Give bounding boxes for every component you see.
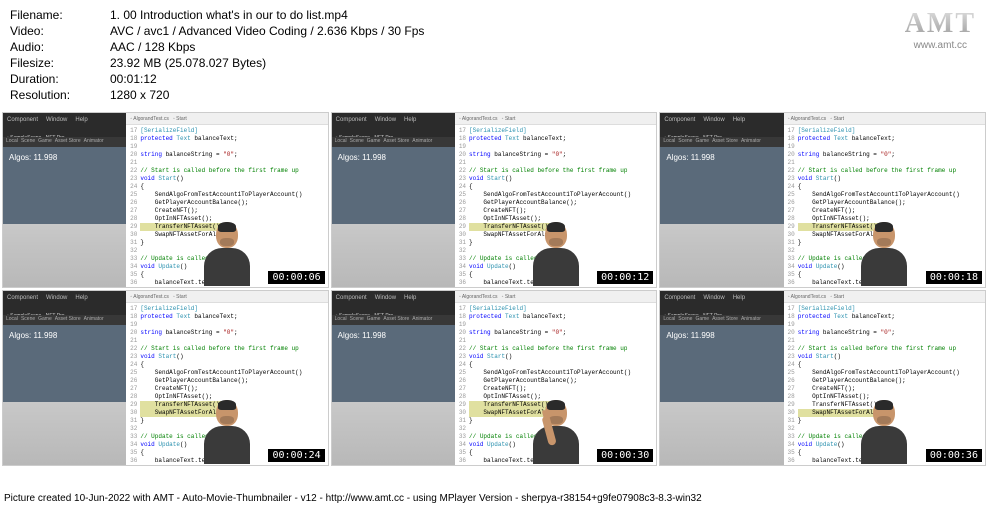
code-tab: ◦ AlgorandTest.cs ◦ Start [784, 113, 985, 125]
thumbnail-grid: ComponentWindowHelp ▪ SampleScene - NFT … [0, 112, 988, 466]
code-editor: ◦ AlgorandTest.cs ◦ Start 17[SerializeFi… [784, 291, 985, 465]
unity-menubar: ComponentWindowHelp [332, 291, 455, 305]
presenter-overlay [531, 400, 581, 465]
timestamp-badge: 00:00:06 [267, 270, 325, 285]
unity-toolbar: LocalSceneGameAsset StoreAnimator [332, 315, 455, 325]
code-editor: ◦ AlgorandTest.cs ◦ Start 17[SerializeFi… [126, 291, 327, 465]
video-value: AVC / avc1 / Advanced Video Coding / 2.6… [110, 24, 424, 38]
unity-tab: ▪ SampleScene - NFT Pro [660, 127, 783, 137]
resolution-label: Resolution: [10, 88, 110, 102]
timestamp-badge: 00:00:30 [596, 448, 654, 463]
unity-scene-view: Algos: 11.998 [3, 147, 126, 287]
duration-value: 00:01:12 [110, 72, 157, 86]
unity-menubar: ComponentWindowHelp [660, 113, 783, 127]
filesize-value: 23.92 MB (25.078.027 Bytes) [110, 56, 266, 70]
unity-tab: ▪ SampleScene - NFT Pro [332, 305, 455, 315]
thumbnail-4[interactable]: ComponentWindowHelp ▪ SampleScene - NFT … [2, 290, 329, 466]
filesize-label: Filesize: [10, 56, 110, 70]
timestamp-badge: 00:00:36 [925, 448, 983, 463]
footer-text: Picture created 10-Jun-2022 with AMT - A… [4, 493, 702, 504]
algos-label: Algos: 11.998 [9, 331, 57, 340]
unity-panel: ComponentWindowHelp ▪ SampleScene - NFT … [3, 113, 126, 287]
code-tab: ◦ AlgorandTest.cs ◦ Start [455, 291, 656, 303]
metadata-block: Filename:1. 00 Introduction what's in ou… [0, 0, 988, 112]
audio-label: Audio: [10, 40, 110, 54]
code-tab: ◦ AlgorandTest.cs ◦ Start [126, 291, 327, 303]
duration-label: Duration: [10, 72, 110, 86]
presenter-overlay [859, 400, 909, 465]
code-tab: ◦ AlgorandTest.cs ◦ Start [455, 113, 656, 125]
unity-toolbar: LocalSceneGameAsset StoreAnimator [3, 137, 126, 147]
unity-panel: ComponentWindowHelp ▪ SampleScene - NFT … [332, 291, 455, 465]
algos-label: Algos: 11.998 [338, 331, 386, 340]
timestamp-badge: 00:00:18 [925, 270, 983, 285]
code-editor: ◦ AlgorandTest.cs ◦ Start 17[SerializeFi… [455, 291, 656, 465]
unity-tab: ▪ SampleScene - NFT Pro [332, 127, 455, 137]
code-editor: ◦ AlgorandTest.cs ◦ Start 17[SerializeFi… [126, 113, 327, 287]
thumbnail-3[interactable]: ComponentWindowHelp ▪ SampleScene - NFT … [659, 112, 986, 288]
unity-scene-view: Algos: 11.998 [332, 325, 455, 465]
thumbnail-2[interactable]: ComponentWindowHelp ▪ SampleScene - NFT … [331, 112, 658, 288]
unity-menubar: ComponentWindowHelp [332, 113, 455, 127]
algos-label: Algos: 11.998 [666, 153, 714, 162]
unity-menubar: ComponentWindowHelp [3, 113, 126, 127]
code-tab: ◦ AlgorandTest.cs ◦ Start [126, 113, 327, 125]
unity-panel: ComponentWindowHelp ▪ SampleScene - NFT … [660, 113, 783, 287]
timestamp-badge: 00:00:24 [267, 448, 325, 463]
unity-toolbar: LocalSceneGameAsset StoreAnimator [660, 315, 783, 325]
thumbnail-1[interactable]: ComponentWindowHelp ▪ SampleScene - NFT … [2, 112, 329, 288]
unity-tab: ▪ SampleScene - NFT Pro [660, 305, 783, 315]
code-editor: ◦ AlgorandTest.cs ◦ Start 17[SerializeFi… [455, 113, 656, 287]
unity-scene-view: Algos: 11.998 [3, 325, 126, 465]
algos-label: Algos: 11.998 [666, 331, 714, 340]
unity-panel: ComponentWindowHelp ▪ SampleScene - NFT … [660, 291, 783, 465]
code-tab: ◦ AlgorandTest.cs ◦ Start [784, 291, 985, 303]
algos-label: Algos: 11.998 [9, 153, 57, 162]
unity-menubar: ComponentWindowHelp [660, 291, 783, 305]
unity-scene-view: Algos: 11.998 [660, 147, 783, 287]
thumbnail-6[interactable]: ComponentWindowHelp ▪ SampleScene - NFT … [659, 290, 986, 466]
unity-tab: ▪ SampleScene - NFT Pro [3, 305, 126, 315]
filename-label: Filename: [10, 8, 110, 22]
unity-toolbar: LocalSceneGameAsset StoreAnimator [3, 315, 126, 325]
unity-panel: ComponentWindowHelp ▪ SampleScene - NFT … [332, 113, 455, 287]
code-editor: ◦ AlgorandTest.cs ◦ Start 17[SerializeFi… [784, 113, 985, 287]
presenter-overlay [531, 222, 581, 287]
presenter-overlay [859, 222, 909, 287]
audio-value: AAC / 128 Kbps [110, 40, 195, 54]
unity-toolbar: LocalSceneGameAsset StoreAnimator [660, 137, 783, 147]
logo-url: www.amt.cc [905, 40, 976, 51]
presenter-overlay [202, 222, 252, 287]
unity-panel: ComponentWindowHelp ▪ SampleScene - NFT … [3, 291, 126, 465]
resolution-value: 1280 x 720 [110, 88, 169, 102]
algos-label: Algos: 11.998 [338, 153, 386, 162]
filename-value: 1. 00 Introduction what's in our to do l… [110, 8, 348, 22]
unity-toolbar: LocalSceneGameAsset StoreAnimator [332, 137, 455, 147]
presenter-overlay [202, 400, 252, 465]
unity-menubar: ComponentWindowHelp [3, 291, 126, 305]
timestamp-badge: 00:00:12 [596, 270, 654, 285]
logo-text: AMT [905, 8, 976, 40]
video-label: Video: [10, 24, 110, 38]
unity-scene-view: Algos: 11.998 [660, 325, 783, 465]
amt-logo: AMT www.amt.cc [905, 8, 976, 51]
unity-scene-view: Algos: 11.998 [332, 147, 455, 287]
thumbnail-5[interactable]: ComponentWindowHelp ▪ SampleScene - NFT … [331, 290, 658, 466]
unity-tab: ▪ SampleScene - NFT Pro [3, 127, 126, 137]
